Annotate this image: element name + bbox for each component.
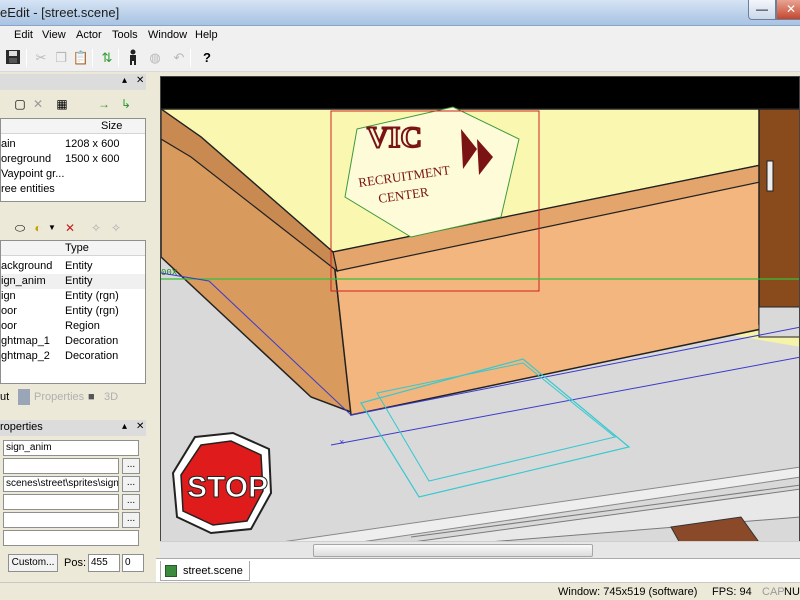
main-toolbar: ✂ ❐ 📋 ⇅ ◍ ↶ ? bbox=[0, 45, 800, 72]
left-pane: ▴ ✕ ▢ ✕ ▦ → ↳ Size ain 1208 x 600 oregrou… bbox=[0, 72, 152, 582]
scrollbar-thumb[interactable] bbox=[313, 544, 593, 557]
add-point-icon[interactable]: ✧ bbox=[88, 220, 104, 236]
paste-icon[interactable]: 📋 bbox=[72, 49, 90, 67]
status-bar: Window: 745x519 (software) FPS: 94 CAP N… bbox=[0, 582, 800, 600]
properties-panel-title: roperties bbox=[0, 421, 43, 433]
close-panel-icon[interactable]: ✕ bbox=[136, 75, 144, 86]
horizontal-scrollbar[interactable] bbox=[160, 541, 800, 558]
pos-y-field[interactable]: 0 bbox=[122, 554, 144, 572]
cube-icon: ■ bbox=[88, 391, 95, 403]
tab-properties[interactable]: Properties bbox=[34, 389, 84, 405]
region-tool-icon[interactable]: ⬭ bbox=[12, 220, 28, 236]
document-tab-strip: street.scene bbox=[156, 558, 800, 582]
panel-tabs: ut Properties ■ 3D bbox=[0, 388, 146, 406]
toolbar-separator bbox=[190, 49, 191, 67]
layers-panel-header: ▴ ✕ bbox=[0, 74, 146, 90]
undo-icon[interactable]: ↶ bbox=[170, 49, 188, 67]
scene-canvas: VIC RECRUITMENT CENTER 00X × STOP bbox=[161, 77, 799, 543]
pin-icon[interactable]: ▴ bbox=[122, 75, 127, 86]
table-row[interactable]: oor Entity (rgn) bbox=[1, 304, 145, 319]
help-icon[interactable]: ? bbox=[198, 49, 216, 67]
table-row[interactable]: ign Entity (rgn) bbox=[1, 289, 145, 304]
sign-logo-text: VIC bbox=[367, 121, 422, 154]
list-item[interactable]: ain 1208 x 600 bbox=[1, 137, 145, 152]
browse-button[interactable]: ... bbox=[122, 476, 140, 492]
pos-label: Pos: bbox=[64, 557, 87, 569]
browse-button[interactable]: ... bbox=[122, 458, 140, 474]
entities-list: Type ackground Entity ign_anim Entity ign E… bbox=[0, 240, 146, 384]
scene-viewport[interactable]: VIC RECRUITMENT CENTER 00X × STOP bbox=[160, 76, 800, 544]
table-row[interactable]: ign_anim Entity bbox=[1, 274, 145, 289]
property-field[interactable] bbox=[3, 458, 119, 474]
status-cap: CAP bbox=[762, 586, 785, 598]
layer-properties-icon[interactable]: ▦ bbox=[54, 96, 70, 112]
menu-tools[interactable]: Tools bbox=[112, 29, 138, 41]
globe-icon[interactable]: ◍ bbox=[146, 49, 164, 67]
toolbar-separator bbox=[26, 49, 27, 67]
table-row[interactable]: ghtmap_2 Decoration bbox=[1, 349, 145, 364]
toolbar-separator bbox=[118, 49, 119, 67]
chevron-down-icon[interactable]: ▼ bbox=[44, 220, 60, 236]
status-window-size: Window: 745x519 (software) bbox=[558, 586, 698, 598]
tab-3d[interactable]: 3D bbox=[104, 389, 118, 405]
browse-button[interactable]: ... bbox=[122, 494, 140, 510]
menu-actor[interactable]: Actor bbox=[76, 29, 102, 41]
window-title: eEdit - [street.scene] bbox=[0, 5, 120, 20]
status-fps: FPS: 94 bbox=[712, 586, 752, 598]
document-tab-label: street.scene bbox=[183, 565, 243, 577]
document-tab[interactable]: street.scene bbox=[160, 561, 250, 581]
custom-button[interactable]: Custom... bbox=[8, 554, 58, 572]
save-icon[interactable] bbox=[4, 49, 22, 67]
remove-point-icon[interactable]: ✧ bbox=[108, 220, 124, 236]
menu-help[interactable]: Help bbox=[195, 29, 218, 41]
properties-tab-icon bbox=[18, 389, 30, 405]
table-row[interactable]: ghtmap_1 Decoration bbox=[1, 334, 145, 349]
svg-text:×: × bbox=[339, 437, 344, 447]
pin-icon[interactable]: ▴ bbox=[122, 421, 127, 432]
property-field[interactable] bbox=[3, 530, 139, 546]
delete-layer-icon[interactable]: ✕ bbox=[30, 96, 46, 112]
list-item[interactable]: ree entities bbox=[1, 182, 145, 197]
layers-list-header: Size bbox=[1, 119, 145, 134]
delete-entity-icon[interactable]: ✕ bbox=[62, 220, 78, 236]
move-down-icon[interactable]: → bbox=[96, 96, 112, 112]
menu-edit[interactable]: Edit bbox=[14, 29, 33, 41]
layers-list: Size ain 1208 x 600 oreground 1500 x 600 V… bbox=[0, 118, 146, 202]
status-num: NUM bbox=[784, 586, 800, 598]
property-field[interactable] bbox=[3, 512, 119, 528]
list-item[interactable]: Vaypoint gr... bbox=[1, 167, 145, 182]
minimize-button[interactable]: — bbox=[748, 0, 776, 20]
refresh-icon[interactable]: ⇅ bbox=[98, 49, 116, 67]
new-layer-icon[interactable]: ▢ bbox=[12, 96, 28, 112]
table-row[interactable]: oor Region bbox=[1, 319, 145, 334]
pos-x-field[interactable]: 455 bbox=[88, 554, 120, 572]
name-field[interactable]: sign_anim bbox=[3, 440, 139, 456]
menu-view[interactable]: View bbox=[42, 29, 66, 41]
close-panel-icon[interactable]: ✕ bbox=[136, 421, 144, 432]
browse-button[interactable]: ... bbox=[122, 512, 140, 528]
entities-list-header: Type bbox=[1, 241, 145, 256]
copy-icon[interactable]: ❐ bbox=[52, 49, 70, 67]
toolbar-separator bbox=[92, 49, 93, 67]
properties-panel-header: roperties ▴ ✕ bbox=[0, 420, 146, 436]
sprite-path-field[interactable]: scenes\street\sprites\sign bbox=[3, 476, 119, 492]
actor-icon[interactable] bbox=[124, 49, 142, 67]
table-row[interactable]: ackground Entity bbox=[1, 259, 145, 274]
close-button[interactable]: ✕ bbox=[776, 0, 800, 20]
scene-file-icon bbox=[165, 565, 177, 577]
property-field[interactable] bbox=[3, 494, 119, 510]
tab-layout[interactable]: ut bbox=[0, 389, 9, 405]
title-bar: eEdit - [street.scene] — ✕ bbox=[0, 0, 800, 26]
list-item[interactable]: oreground 1500 x 600 bbox=[1, 152, 145, 167]
stop-sign-text: STOP bbox=[187, 471, 268, 504]
cut-icon[interactable]: ✂ bbox=[32, 49, 50, 67]
menu-window[interactable]: Window bbox=[148, 29, 187, 41]
move-up-icon[interactable]: ↳ bbox=[118, 96, 134, 112]
menu-bar: Edit View Actor Tools Window Help bbox=[0, 26, 800, 45]
